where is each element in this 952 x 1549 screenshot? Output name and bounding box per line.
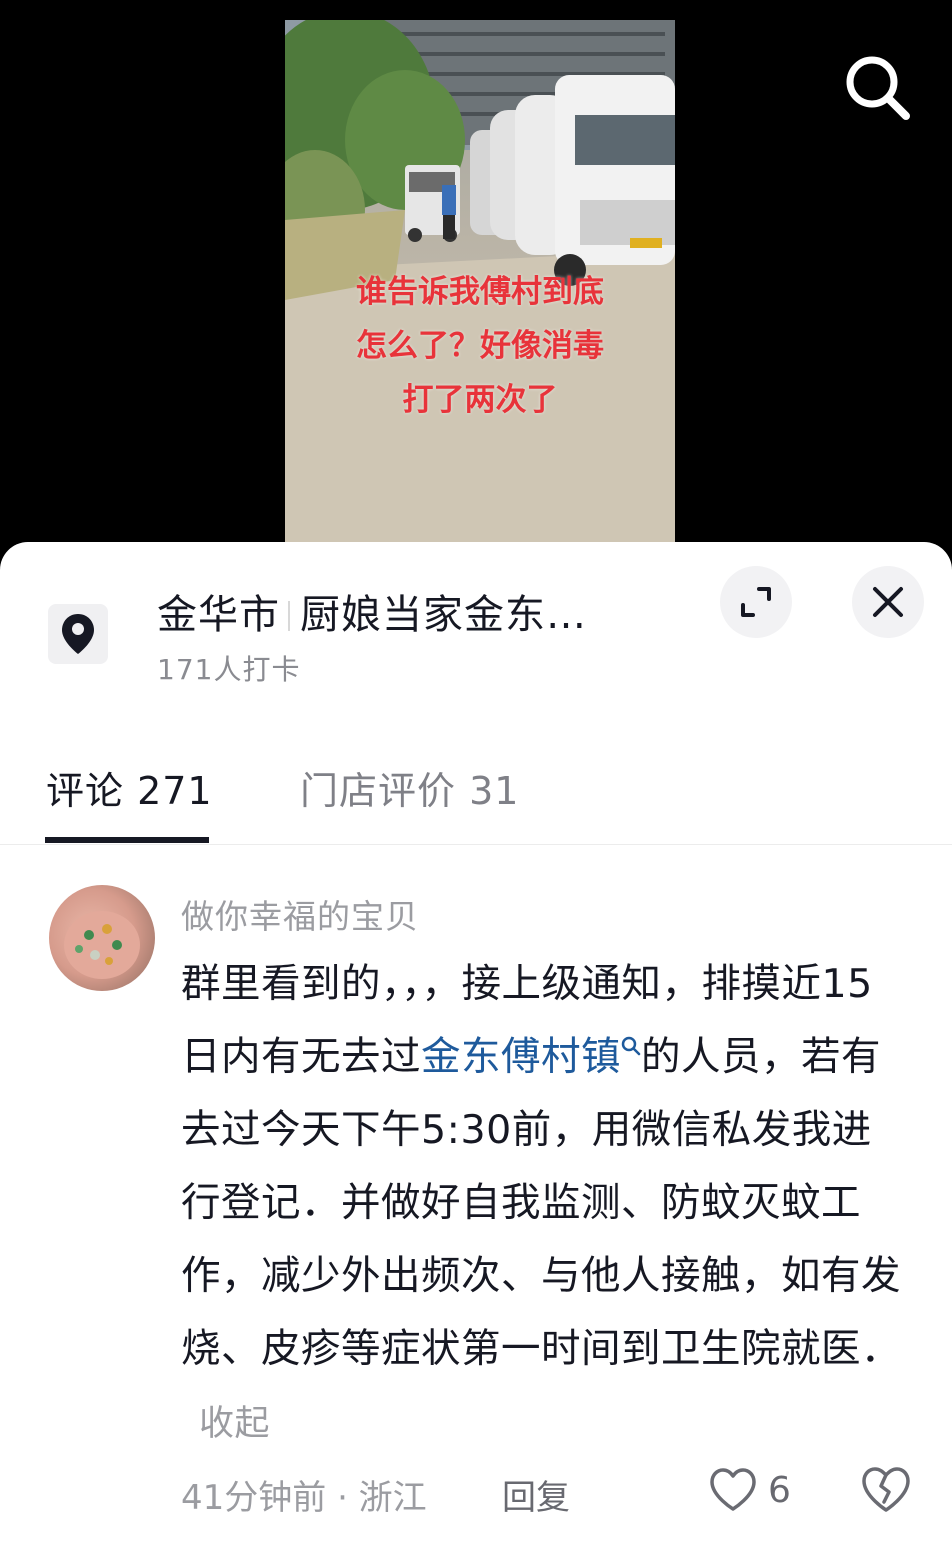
broken-heart-icon [862, 1467, 910, 1512]
location-title[interactable]: 金华市 厨娘当家金东… [157, 582, 587, 640]
video-caption-line: 打了两次了 [402, 382, 558, 418]
comment-username[interactable]: 做你幸福的宝贝 [181, 890, 419, 938]
avatar[interactable] [49, 885, 155, 991]
comment-text-part: 的人员，若有去过今天下午5:30前，用微信私发我进行登记．并做好自我监测、防蚊灭… [181, 1034, 901, 1372]
heart-icon [710, 1468, 756, 1511]
location-pin-icon [62, 614, 94, 654]
title-separator [288, 601, 290, 631]
reply-button[interactable]: 回复 [502, 1470, 570, 1519]
close-icon [873, 587, 903, 617]
checkin-count: 171人打卡 [157, 653, 301, 686]
avatar-image [64, 911, 140, 979]
link-search-icon [621, 1036, 641, 1056]
location-name: 厨娘当家金东… [300, 592, 587, 638]
search-button[interactable] [842, 52, 914, 124]
location-city: 金华市 [157, 592, 280, 638]
collapse-button[interactable]: 收起 [199, 1404, 270, 1444]
search-icon [846, 56, 910, 120]
video-player[interactable]: 谁告诉我傅村到底 怎么了？好像消毒 打了两次了 [0, 0, 952, 560]
comments-sheet: 金华市 厨娘当家金东… 171人打卡 评论 271 门店评价 31 做你幸福的宝… [0, 542, 952, 1549]
tab-bar: 评论 271 门店评价 31 [0, 747, 952, 845]
video-caption-line: 谁告诉我傅村到底 [356, 274, 604, 310]
video-frame[interactable]: 谁告诉我傅村到底 怎么了？好像消毒 打了两次了 [285, 20, 675, 548]
topic-link-text: 金东傅村镇 [421, 1034, 621, 1080]
video-caption-line: 怎么了？好像消毒 [356, 328, 604, 364]
active-tab-indicator [45, 837, 209, 843]
expand-button[interactable] [720, 566, 792, 638]
video-caption: 谁告诉我傅村到底 怎么了？好像消毒 打了两次了 [285, 265, 675, 427]
tab-comments[interactable]: 评论 271 [46, 760, 213, 815]
topic-link[interactable]: 金东傅村镇 [421, 1034, 641, 1080]
expand-icon [741, 587, 771, 617]
comment-text: 群里看到的，，，接上级通知，排摸近15日内有无去过金东傅村镇 的人员，若有去过今天… [181, 948, 901, 1461]
close-button[interactable] [852, 566, 924, 638]
location-icon-box [48, 604, 108, 664]
comment-meta: 41分钟前 · 浙江 [181, 1478, 427, 1518]
like-count: 6 [768, 1469, 791, 1511]
like-button[interactable]: 6 [708, 1462, 791, 1518]
tab-store-reviews[interactable]: 门店评价 31 [300, 760, 519, 815]
dislike-button[interactable] [858, 1462, 914, 1518]
